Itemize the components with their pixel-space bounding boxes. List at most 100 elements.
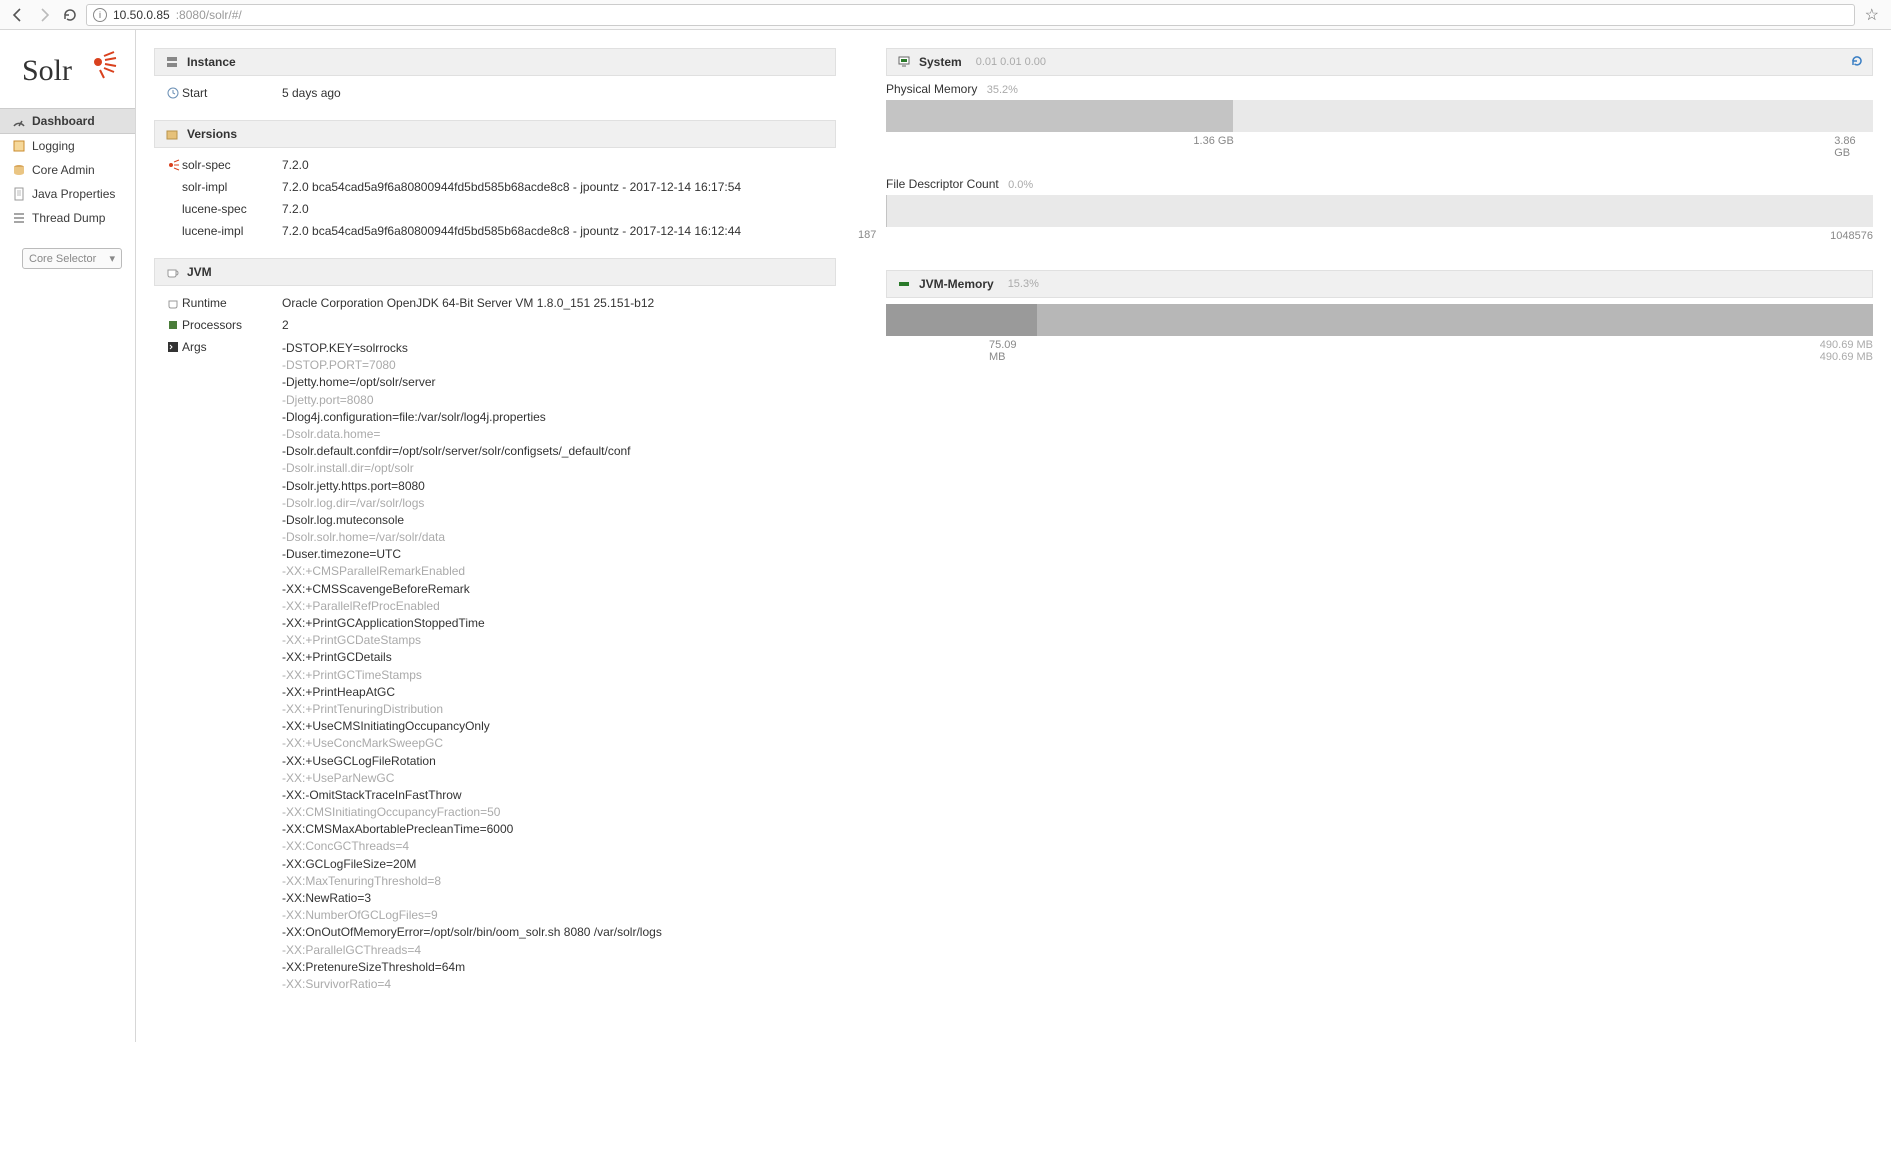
phys-mem-label: Physical Memory [886,82,977,96]
address-bar[interactable]: i 10.50.0.85 :8080/solr/#/ [86,4,1855,26]
svg-text:Solr: Solr [22,54,72,87]
panel-system-head: System 0.01 0.01 0.00 [886,48,1873,76]
sidebar-item-thread-dump[interactable]: Thread Dump [0,206,135,230]
phys-mem-used: 1.36 GB [1193,135,1233,147]
jvm-arg: -XX:MaxTenuringThreshold=8 [282,873,826,889]
solr-logo[interactable]: Solr [0,48,135,108]
jvm-arg: -XX:NewRatio=3 [282,890,826,906]
jvm-arg: -XX:+PrintTenuringDistribution [282,701,826,717]
sidebar-item-label: Dashboard [32,114,95,128]
jvmmem-pct: 15.3% [1008,278,1039,290]
metric-physical-memory: Physical Memory 35.2% 1.36 GB 3.86 GB [886,82,1873,159]
jvm-arg: -XX:OnOutOfMemoryError=/opt/solr/bin/oom… [282,924,826,940]
version-name: solr-spec [182,158,282,172]
refresh-button[interactable] [1850,54,1864,71]
panel-jvm: JVM Runtime Oracle Corporation OpenJDK 6… [154,258,836,1002]
browser-forward-button[interactable] [34,5,54,25]
panel-system: System 0.01 0.01 0.00 Physical Memory 35… [886,48,1873,260]
solr-small-icon [164,158,182,172]
url-host: 10.50.0.85 [113,8,170,22]
phys-mem-total: 3.86 GB [1834,135,1873,159]
jvm-arg: -XX:+PrintGCTimeStamps [282,667,826,683]
page-icon [12,187,26,201]
fd-used: 187 [858,229,876,241]
jvm-arg: -Dlog4j.configuration=file:/var/solr/log… [282,409,826,425]
arrow-right-icon [36,7,52,23]
core-selector-dropdown[interactable]: Core Selector ▾ [22,248,122,269]
browser-back-button[interactable] [8,5,28,25]
jvm-arg: -XX:+UseParNewGC [282,770,826,786]
jvm-arg: -XX:SurvivorRatio=4 [282,976,826,992]
jvm-arg: -DSTOP.PORT=7080 [282,357,826,373]
jvm-arg: -XX:-OmitStackTraceInFastThrow [282,787,826,803]
arrow-left-icon [10,7,26,23]
jvm-arg: -Dsolr.log.muteconsole [282,512,826,528]
chevron-down-icon: ▾ [109,252,115,265]
refresh-icon [1850,54,1864,68]
jvm-arg: -XX:+PrintGCDetails [282,649,826,665]
fd-bar [886,195,1873,227]
list-icon [12,211,26,225]
jvm-arg: -XX:CMSInitiatingOccupancyFraction=50 [282,804,826,820]
url-path: :8080/solr/#/ [176,8,242,22]
jvm-arg: -XX:CMSMaxAbortablePrecleanTime=6000 [282,821,826,837]
main-content: Instance Start 5 days ago Versions solr-… [135,30,1891,1042]
sidebar-item-java-properties[interactable]: Java Properties [0,182,135,206]
clock-icon [164,86,182,100]
start-value: 5 days ago [282,86,826,100]
sidebar-item-logging[interactable]: Logging [0,134,135,158]
jvm-arg: -XX:+PrintGCDateStamps [282,632,826,648]
panel-title: JVM-Memory [919,277,994,291]
jvmmem-used: 75.09 MB [989,339,1017,363]
core-selector-label: Core Selector [29,253,96,265]
version-value: 7.2.0 bca54cad5a9f6a80800944fd5bd585b68a… [282,180,826,194]
fd-pct: 0.0% [1008,179,1033,191]
browser-chrome: i 10.50.0.85 :8080/solr/#/ ☆ [0,0,1891,30]
version-row: solr-spec7.2.0 [154,154,836,176]
jvm-arg: -DSTOP.KEY=solrrocks [282,340,826,356]
panel-versions-head: Versions [154,120,836,148]
book-icon [12,139,26,153]
sidebar-item-label: Core Admin [32,163,95,177]
version-row: lucene-impl7.2.0 bca54cad5a9f6a80800944f… [154,220,836,242]
panel-jvm-memory: JVM-Memory 15.3% 75.09 MB 490.69 MB 490.… [886,270,1873,381]
panel-title: Versions [187,127,237,141]
sidebar-item-core-admin[interactable]: Core Admin [0,158,135,182]
memory-icon [897,277,911,291]
version-row: lucene-spec7.2.0 [154,198,836,220]
bookmark-star-icon[interactable]: ☆ [1861,5,1883,25]
metric-file-descriptors: File Descriptor Count 0.0% 187 1048576 [886,177,1873,242]
phys-mem-pct: 35.2% [987,84,1018,96]
monitor-icon [897,55,911,69]
jvm-arg: -XX:ConcGCThreads=4 [282,838,826,854]
versions-icon [165,127,179,141]
panel-jvm-head: JVM [154,258,836,286]
sidebar-item-dashboard[interactable]: Dashboard [0,108,135,134]
args-list: -DSTOP.KEY=solrrocks-DSTOP.PORT=7080-Dje… [282,340,826,992]
dashboard-icon [12,114,26,128]
sidebar-item-label: Thread Dump [32,211,105,225]
browser-reload-button[interactable] [60,5,80,25]
processors-label: Processors [182,318,282,332]
jvm-arg: -XX:+UseGCLogFileRotation [282,753,826,769]
jvm-arg: -XX:+UseConcMarkSweepGC [282,735,826,751]
site-info-icon[interactable]: i [93,8,107,22]
panel-instance: Instance Start 5 days ago [154,48,836,110]
cup-icon [165,265,179,279]
jvm-arg: -Dsolr.solr.home=/var/solr/data [282,529,826,545]
database-icon [12,163,26,177]
panel-jvm-memory-head: JVM-Memory 15.3% [886,270,1873,298]
jvmmem-committed: 490.69 MB [1820,339,1873,351]
jvm-arg: -Djetty.home=/opt/solr/server [282,374,826,390]
sidebar-item-label: Logging [32,139,75,153]
panel-versions: Versions solr-spec7.2.0solr-impl7.2.0 bc… [154,120,836,248]
jvm-arg: -XX:PretenureSizeThreshold=64m [282,959,826,975]
jvm-arg: -XX:+PrintHeapAtGC [282,684,826,700]
start-label: Start [182,86,282,100]
jvmmem-bar-fill [886,304,1037,336]
reload-icon [62,7,78,23]
metric-jvm-memory: 75.09 MB 490.69 MB 490.69 MB [886,304,1873,363]
sidebar-item-label: Java Properties [32,187,115,201]
panel-title: JVM [187,265,212,279]
cup-icon [164,296,182,310]
